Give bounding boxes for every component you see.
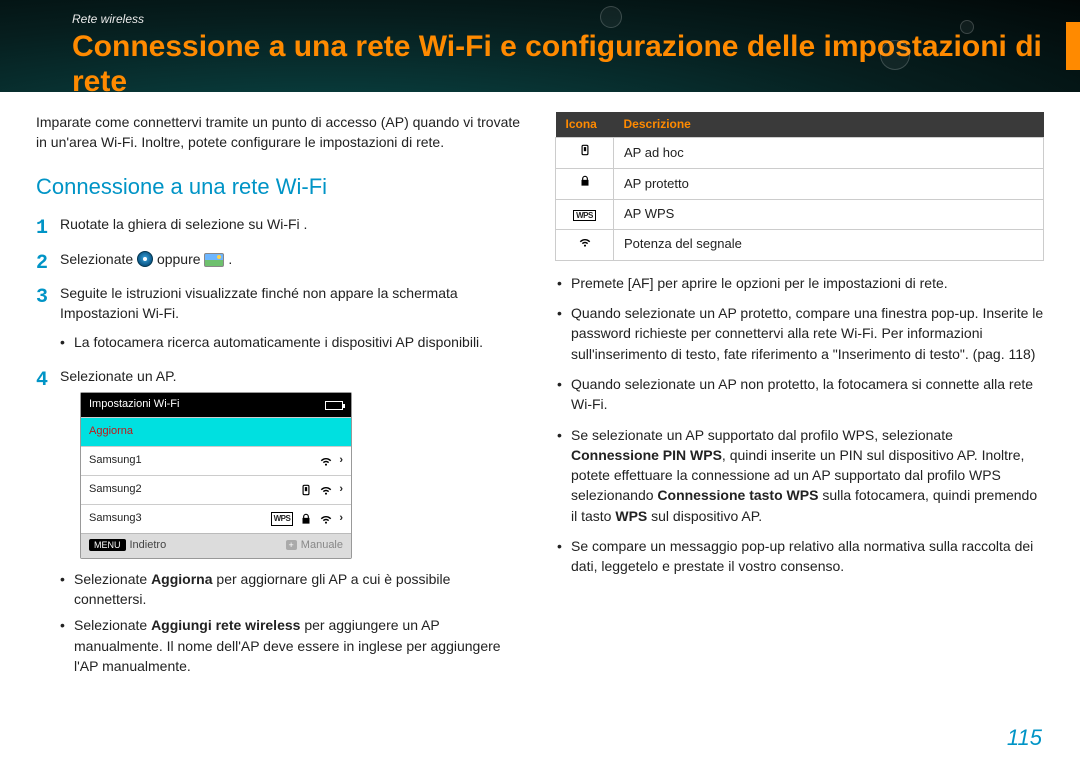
wifi-signal-icon bbox=[319, 512, 333, 526]
step-2: Selezionate oppure . bbox=[36, 249, 525, 269]
ss-ap-row: Samsung2 › bbox=[81, 475, 351, 504]
page-body: Imparate come connettervi tramite un pun… bbox=[0, 92, 1080, 690]
note-aggiungi-rete: Selezionate Aggiungi rete wireless per a… bbox=[60, 615, 525, 676]
bullet-consent: Se compare un messaggio pop-up relativo … bbox=[555, 536, 1044, 577]
adhoc-icon bbox=[299, 483, 313, 497]
wifi-signal-icon bbox=[578, 235, 592, 249]
wps-icon: WPS bbox=[271, 512, 294, 526]
ss-refresh-row: Aggiorna bbox=[81, 417, 351, 446]
table-row: WPS AP WPS bbox=[556, 200, 1044, 230]
ss-ap-name: Samsung2 bbox=[89, 482, 293, 498]
steps-list: Ruotate la ghiera di selezione su Wi-Fi … bbox=[36, 214, 525, 676]
af-key-label: AF bbox=[632, 275, 650, 291]
ss-manual: +Manuale bbox=[286, 538, 343, 554]
battery-icon bbox=[325, 401, 343, 410]
step-3: Seguite le istruzioni visualizzate finch… bbox=[36, 283, 525, 352]
wifi-settings-screenshot: Impostazioni Wi-Fi Aggiorna Samsung1 › S… bbox=[80, 392, 352, 559]
bokeh-circle bbox=[960, 20, 974, 34]
lock-icon bbox=[299, 512, 313, 526]
plus-chip: + bbox=[286, 540, 297, 550]
right-column: Icona Descrizione AP ad hoc AP protetto … bbox=[555, 112, 1044, 690]
section-title: Connessione a una rete Wi-Fi bbox=[36, 171, 525, 203]
page-header: Rete wireless Connessione a una rete Wi-… bbox=[0, 0, 1080, 92]
table-row: AP ad hoc bbox=[556, 138, 1044, 169]
bullet-protected: Quando selezionate un AP protetto, compa… bbox=[555, 303, 1044, 364]
bullet-unprotected: Quando selezionate un AP non protetto, l… bbox=[555, 374, 1044, 415]
chevron-right-icon: › bbox=[339, 453, 343, 469]
ss-footer: MENUIndietro +Manuale bbox=[81, 533, 351, 558]
table-row: AP protetto bbox=[556, 169, 1044, 200]
breadcrumb: Rete wireless bbox=[72, 12, 1044, 26]
cell-desc: Potenza del segnale bbox=[614, 229, 1044, 260]
menu-chip: MENU bbox=[89, 539, 126, 551]
ss-ap-row: Samsung1 › bbox=[81, 446, 351, 475]
bokeh-circle bbox=[880, 40, 910, 70]
step-text: oppure bbox=[157, 251, 204, 267]
bullet-wps: Se selezionate un AP supportato dal prof… bbox=[555, 425, 1044, 526]
step-4: Selezionate un AP. Impostazioni Wi-Fi Ag… bbox=[36, 366, 525, 676]
left-column: Imparate come connettervi tramite un pun… bbox=[36, 112, 525, 690]
ss-refresh-label: Aggiorna bbox=[89, 424, 343, 440]
th-icon: Icona bbox=[556, 112, 614, 138]
step-text: Selezionate bbox=[60, 251, 137, 267]
wifi-signal-icon bbox=[319, 483, 333, 497]
ss-ap-name: Samsung3 bbox=[89, 511, 265, 527]
step-text: Seguite le istruzioni visualizzate finch… bbox=[60, 285, 458, 321]
ss-title-bar: Impostazioni Wi-Fi bbox=[81, 393, 351, 417]
cell-desc: AP protetto bbox=[614, 169, 1044, 200]
photo-share-icon bbox=[204, 253, 224, 267]
bokeh-circle bbox=[600, 6, 622, 28]
step-3-sub: La fotocamera ricerca automaticamente i … bbox=[60, 332, 525, 352]
cell-desc: AP ad hoc bbox=[614, 138, 1044, 169]
th-desc: Descrizione bbox=[614, 112, 1044, 138]
bullet-af: Premete [AF] per aprire le opzioni per l… bbox=[555, 273, 1044, 293]
ss-ap-row: Samsung3 WPS › bbox=[81, 504, 351, 533]
table-row: Potenza del segnale bbox=[556, 229, 1044, 260]
step-text: Selezionate un AP. bbox=[60, 368, 177, 384]
ss-back: MENUIndietro bbox=[89, 538, 166, 554]
intro-text: Imparate come connettervi tramite un pun… bbox=[36, 112, 525, 153]
note-aggiorna: Selezionate Aggiorna per aggiornare gli … bbox=[60, 569, 525, 610]
section-tab-marker bbox=[1066, 22, 1080, 70]
step-1: Ruotate la ghiera di selezione su Wi-Fi … bbox=[36, 214, 525, 234]
chevron-right-icon: › bbox=[339, 511, 343, 527]
step-text: . bbox=[228, 251, 232, 267]
wifi-signal-icon bbox=[319, 454, 333, 468]
lock-icon bbox=[578, 174, 592, 188]
remote-viewfinder-icon bbox=[137, 251, 153, 267]
chevron-right-icon: › bbox=[339, 482, 343, 498]
wps-icon: WPS bbox=[573, 210, 596, 221]
step-text: Ruotate la ghiera di selezione su Wi-Fi … bbox=[60, 216, 307, 232]
page-number: 115 bbox=[1007, 725, 1042, 751]
ss-title: Impostazioni Wi-Fi bbox=[89, 397, 179, 413]
cell-desc: AP WPS bbox=[614, 200, 1044, 230]
ss-ap-name: Samsung1 bbox=[89, 453, 313, 469]
right-bullets: Premete [AF] per aprire le opzioni per l… bbox=[555, 273, 1044, 577]
icon-legend-table: Icona Descrizione AP ad hoc AP protetto … bbox=[555, 112, 1044, 261]
adhoc-icon bbox=[578, 143, 592, 157]
